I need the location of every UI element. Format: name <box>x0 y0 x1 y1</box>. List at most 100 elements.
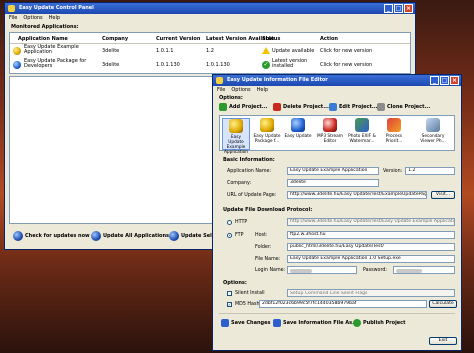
edit-project-button[interactable]: Edit Project... <box>329 103 378 111</box>
publish-project-label: Publish Project <box>363 320 406 326</box>
md5-hash-field[interactable]: 2dbf12f023c6b99c5f7fc1440358b979baf <box>259 300 427 308</box>
silent-flags-input[interactable] <box>287 289 455 297</box>
col-action[interactable]: Action <box>320 36 338 42</box>
check-updates-button[interactable]: Check for updates now <box>13 231 90 241</box>
host-field[interactable]: ftp2.w.3host.hu <box>287 231 455 239</box>
save-icon <box>221 319 229 327</box>
file-name-field[interactable]: Easy Update Example Application 1.0 Setu… <box>287 255 455 263</box>
app-name-label: Application Name: <box>227 169 272 174</box>
edit-icon <box>329 103 337 111</box>
menu-help[interactable]: Help <box>257 87 268 93</box>
project-item[interactable]: Process Priorit... <box>380 118 408 144</box>
project-list[interactable]: Easy Update Example Application Easy Upd… <box>219 115 455 155</box>
password-field[interactable] <box>393 266 455 274</box>
save-info-file-label: Save Information File As... <box>283 320 358 326</box>
delete-icon <box>273 103 281 111</box>
project-item[interactable]: MP3 Stream Editor <box>316 118 344 144</box>
col-application-name[interactable]: Application Name <box>18 36 68 42</box>
calculate-button[interactable]: Calculate <box>429 300 457 308</box>
options-section-heading: Options: <box>223 280 247 286</box>
silent-install-checkbox[interactable] <box>227 291 232 296</box>
close-button[interactable]: × <box>450 76 459 85</box>
app-current-version: 1.0.1.1 <box>156 48 174 54</box>
save-as-icon <box>273 319 281 327</box>
login-name-field[interactable] <box>287 266 357 274</box>
clone-icon <box>377 103 385 111</box>
menu-file[interactable]: File <box>217 87 225 93</box>
exit-button[interactable]: Exit <box>429 337 457 345</box>
applications-table[interactable]: Application Name Company Current Version… <box>9 32 411 74</box>
project-label: MP3 Stream Editor <box>317 134 343 144</box>
publish-icon <box>353 319 361 327</box>
download-icon <box>169 231 179 241</box>
close-button[interactable]: × <box>404 4 413 13</box>
editor-window: Easy Update Information File Editor _ □ … <box>212 74 462 351</box>
ftp-radio[interactable] <box>227 233 232 238</box>
control-panel-titlebar[interactable]: Easy Update Control Panel _ □ × <box>5 3 415 14</box>
app-icon <box>387 118 401 132</box>
login-name-label: Login Name: <box>255 268 286 273</box>
redacted-text <box>396 269 422 273</box>
url-field[interactable]: http://www.3delite.hu/Easy Update/Test/E… <box>287 191 427 199</box>
app-action-link[interactable]: Click for new version <box>320 48 372 54</box>
project-label: Easy Update Package f... <box>253 134 281 144</box>
table-row[interactable]: Easy Update Package for Developers 3deli… <box>10 58 410 72</box>
col-status[interactable]: Status <box>262 36 280 42</box>
editor-title: Easy Update Information File Editor <box>227 77 328 83</box>
md5-hash-checkbox[interactable]: ✓ <box>227 302 232 307</box>
app-icon <box>291 118 305 132</box>
table-row[interactable]: Easy Update Example Application 3delite … <box>10 44 410 58</box>
add-project-button[interactable]: Add Project... <box>219 103 268 111</box>
file-name-label: File Name: <box>255 257 281 262</box>
folder-field[interactable]: public_html/3delite.hu/Easy Update/Test/ <box>287 243 455 251</box>
app-icon <box>8 5 15 12</box>
redacted-text <box>290 269 312 273</box>
http-radio[interactable] <box>227 220 232 225</box>
add-project-label: Add Project... <box>229 104 268 110</box>
update-all-button[interactable]: Update All Applications <box>91 231 169 241</box>
publish-project-button[interactable]: Publish Project <box>353 319 406 327</box>
project-label: Easy Update <box>284 134 312 139</box>
silent-install-label: Silent Install <box>235 291 265 296</box>
menu-help[interactable]: Help <box>49 15 60 21</box>
project-item[interactable]: Secondary Viewer Ph... <box>414 118 452 144</box>
clone-project-button[interactable]: Clone Project... <box>377 103 430 111</box>
app-name-field[interactable]: Easy Update Example Application <box>287 167 379 175</box>
app-icon <box>323 118 337 132</box>
app-icon <box>260 118 274 132</box>
col-current-version[interactable]: Current Version <box>156 36 200 42</box>
save-changes-button[interactable]: Save Changes <box>221 319 270 327</box>
app-company: 3delite <box>102 62 120 68</box>
menu-options[interactable]: Options <box>23 15 42 21</box>
app-current-version: 1.0.1.130 <box>156 62 180 68</box>
control-panel-menubar: File Options Help <box>5 14 415 22</box>
app-action-link[interactable]: Click for new version <box>320 62 372 68</box>
maximize-button[interactable]: □ <box>394 4 403 13</box>
folder-label: Folder: <box>255 245 272 250</box>
company-field[interactable]: 3delite <box>287 179 379 187</box>
app-status: Update available <box>272 48 315 54</box>
app-status: Latest version installed <box>272 58 308 69</box>
ftp-label: FTP <box>235 233 244 238</box>
menu-file[interactable]: File <box>9 15 17 21</box>
app-name: Easy Update Package for Developers <box>24 58 87 69</box>
options-heading: Options: <box>219 95 243 101</box>
maximize-button[interactable]: □ <box>440 76 449 85</box>
project-item[interactable]: Photo EXIF & Watermar... <box>348 118 376 144</box>
http-url-field[interactable]: http://www.3delite.hu/Easy Update/Test/E… <box>287 218 455 226</box>
project-item[interactable]: Easy Update <box>284 118 312 139</box>
project-item[interactable]: Easy Update Example Application <box>222 118 250 155</box>
save-info-file-button[interactable]: Save Information File As... <box>273 319 358 327</box>
project-item[interactable]: Easy Update Package f... <box>253 118 281 144</box>
delete-project-button[interactable]: Delete Project... <box>273 103 329 111</box>
minimize-button[interactable]: _ <box>384 4 393 13</box>
visit-button[interactable]: Visit... <box>431 191 455 199</box>
version-field[interactable]: 1.2 <box>405 167 455 175</box>
col-company[interactable]: Company <box>102 36 128 42</box>
menu-options[interactable]: Options <box>231 87 250 93</box>
editor-titlebar[interactable]: Easy Update Information File Editor _ □ … <box>213 75 461 86</box>
app-icon <box>229 119 243 133</box>
monitored-applications-heading: Monitored Applications: <box>11 24 79 30</box>
minimize-button[interactable]: _ <box>430 76 439 85</box>
basic-info-heading: Basic Information: <box>223 157 275 163</box>
